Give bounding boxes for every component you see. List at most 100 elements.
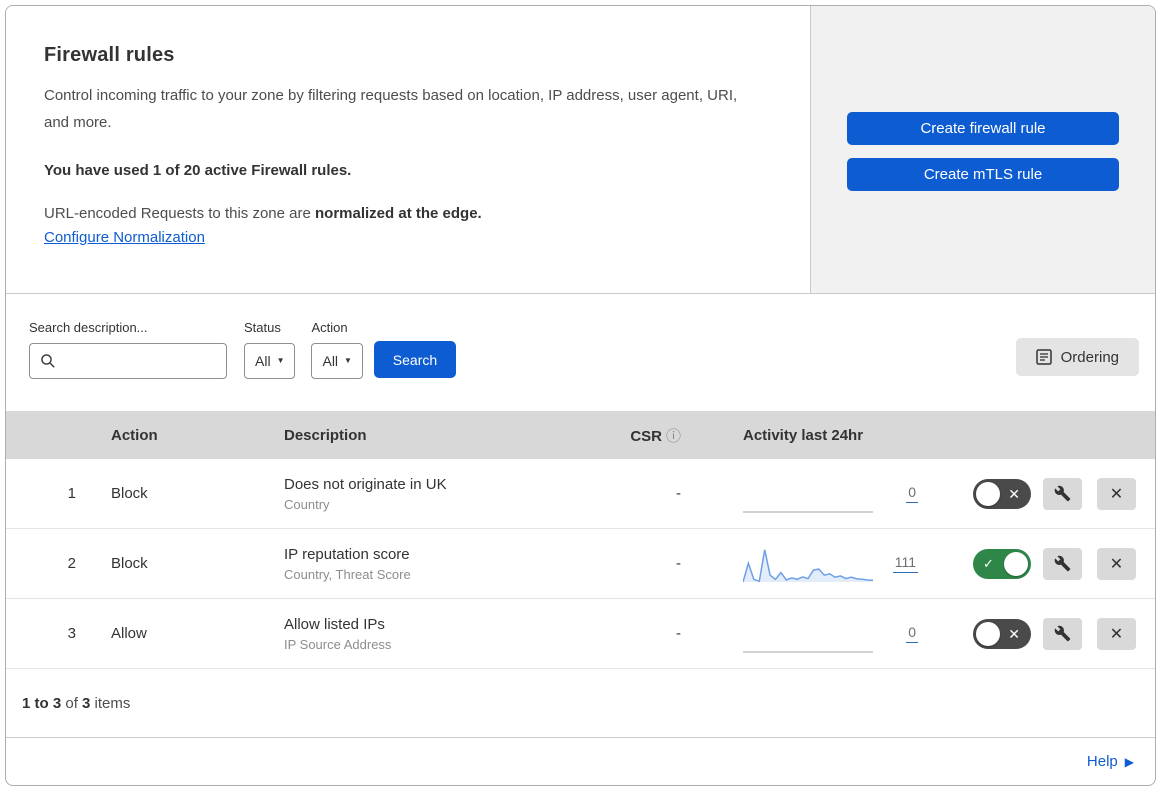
rule-csr-value: - xyxy=(676,625,681,642)
action-select-value: All xyxy=(322,353,339,369)
rule-criteria: IP Source Address xyxy=(284,636,392,652)
action-field-group: Action All ▼ xyxy=(311,320,363,379)
search-input[interactable] xyxy=(64,353,216,369)
rule-activity-cell: 0 xyxy=(706,614,951,654)
rule-criteria: Country, Threat Score xyxy=(284,566,411,582)
toggle-state-icon: ✕ xyxy=(1008,625,1020,642)
ordering-button[interactable]: Ordering xyxy=(1015,338,1139,376)
search-input-box[interactable] xyxy=(29,343,227,379)
ordering-button-label: Ordering xyxy=(1060,348,1119,366)
action-field-label: Action xyxy=(311,320,348,335)
table-row: 2 Block IP reputation score Country, Thr… xyxy=(6,529,1155,599)
chevron-down-icon: ▼ xyxy=(276,356,285,365)
delete-rule-button[interactable]: ✕ xyxy=(1097,477,1136,510)
table-row: 1 Block Does not originate in UK Country… xyxy=(6,459,1155,529)
status-field-group: Status All ▼ xyxy=(244,320,296,379)
delete-rule-button[interactable]: ✕ xyxy=(1097,617,1136,650)
activity-column-header: Activity last 24hr xyxy=(743,426,864,444)
rule-activity-cell: 0 xyxy=(706,474,951,514)
action-column-header: Action xyxy=(111,426,158,444)
pagination-range: 1 to 3 xyxy=(22,694,62,712)
pagination-summary: 1 to 3 of 3 items xyxy=(6,669,1155,738)
search-button[interactable]: Search xyxy=(373,341,456,378)
chevron-down-icon: ▼ xyxy=(344,356,352,365)
arrow-right-icon: ▶ xyxy=(1124,754,1134,769)
rule-controls: ✕ ✕ xyxy=(951,617,1155,650)
firewall-rules-card: Firewall rules Control incoming traffic … xyxy=(5,5,1156,786)
wrench-icon xyxy=(1054,555,1071,572)
help-bar: Help ▶ xyxy=(6,738,1155,785)
rule-criteria: Country xyxy=(284,496,330,512)
filter-bar: Search description... Status All ▼ Actio… xyxy=(6,294,1155,411)
normalization-note: URL-encoded Requests to this zone are no… xyxy=(44,205,780,222)
close-icon: ✕ xyxy=(1109,555,1124,573)
normalization-note-bold: normalized at the edge. xyxy=(315,205,482,223)
activity-count-link[interactable]: 0 xyxy=(906,484,918,503)
csr-header-label: CSR xyxy=(630,427,662,445)
pagination-items: items xyxy=(90,694,131,712)
delete-rule-button[interactable]: ✕ xyxy=(1097,547,1136,580)
search-icon xyxy=(40,353,56,369)
activity-sparkline xyxy=(743,650,873,653)
toggle-knob xyxy=(1004,551,1028,576)
configure-normalization-link[interactable]: Configure Normalization xyxy=(44,229,205,246)
help-link[interactable]: Help ▶ xyxy=(1087,753,1134,770)
rule-description: IP reputation score xyxy=(284,545,410,563)
search-field-label: Search description... xyxy=(29,320,148,335)
table-row: 3 Allow Allow listed IPs IP Source Addre… xyxy=(6,599,1155,669)
close-icon: ✕ xyxy=(1109,485,1124,503)
ordering-list-icon xyxy=(1035,349,1052,365)
toggle-knob xyxy=(976,481,1000,506)
rule-controls: ✕ ✕ xyxy=(951,477,1155,510)
toggle-state-icon: ✓ xyxy=(983,555,994,571)
activity-count-link[interactable]: 0 xyxy=(906,624,918,643)
toggle-knob xyxy=(976,621,1000,646)
rule-action: Block xyxy=(111,555,148,572)
csr-column-header: CSR ⓘ xyxy=(614,425,706,446)
rule-priority: 1 xyxy=(67,485,76,502)
actions-panel: Create firewall rule Create mTLS rule xyxy=(810,6,1155,293)
create-mtls-rule-button[interactable]: Create mTLS rule xyxy=(847,158,1119,191)
activity-count-link[interactable]: 111 xyxy=(892,554,918,573)
usage-summary: You have used 1 of 20 active Firewall ru… xyxy=(44,162,352,180)
normalization-note-prefix: URL-encoded Requests to this zone are xyxy=(44,205,315,223)
rule-controls: ✓ ✕ xyxy=(951,547,1155,580)
activity-sparkline xyxy=(743,510,873,513)
rule-description-cell: Allow listed IPs IP Source Address xyxy=(271,616,614,652)
info-icon: ⓘ xyxy=(665,427,681,445)
description-column-header: Description xyxy=(284,426,367,444)
header-section: Firewall rules Control incoming traffic … xyxy=(6,6,1155,294)
page-description: Control incoming traffic to your zone by… xyxy=(44,87,738,131)
edit-rule-button[interactable] xyxy=(1043,477,1082,510)
rule-action: Block xyxy=(111,485,148,502)
action-select[interactable]: All ▼ xyxy=(311,343,363,379)
edit-rule-button[interactable] xyxy=(1043,547,1082,580)
help-link-label: Help xyxy=(1086,753,1118,770)
rule-enabled-toggle[interactable]: ✓ xyxy=(973,548,1031,579)
rule-activity-cell: 111 xyxy=(706,544,951,584)
close-icon: ✕ xyxy=(1109,625,1124,643)
rule-description: Allow listed IPs xyxy=(284,615,385,633)
rule-priority: 2 xyxy=(67,555,76,572)
header-text-panel: Firewall rules Control incoming traffic … xyxy=(6,6,810,293)
page-title: Firewall rules xyxy=(44,44,175,66)
activity-sparkline xyxy=(743,549,873,582)
toggle-state-icon: ✕ xyxy=(1008,485,1020,502)
wrench-icon xyxy=(1054,485,1071,502)
rule-enabled-toggle[interactable]: ✕ xyxy=(973,618,1031,649)
rule-action: Allow xyxy=(111,625,147,642)
rule-csr-value: - xyxy=(676,485,681,502)
rule-description: Does not originate in UK xyxy=(284,475,447,493)
create-firewall-rule-button[interactable]: Create firewall rule xyxy=(847,112,1119,145)
edit-rule-button[interactable] xyxy=(1043,617,1082,650)
rule-description-cell: Does not originate in UK Country xyxy=(271,476,614,512)
status-field-label: Status xyxy=(244,320,281,335)
rule-enabled-toggle[interactable]: ✕ xyxy=(973,478,1031,509)
rule-description-cell: IP reputation score Country, Threat Scor… xyxy=(271,546,614,582)
rule-csr-value: - xyxy=(676,555,681,572)
status-select[interactable]: All ▼ xyxy=(244,343,296,379)
pagination-of: of xyxy=(61,694,83,712)
table-header-row: Action Description CSR ⓘ Activity last 24… xyxy=(6,411,1155,459)
wrench-icon xyxy=(1054,625,1071,642)
status-select-value: All xyxy=(255,353,271,369)
